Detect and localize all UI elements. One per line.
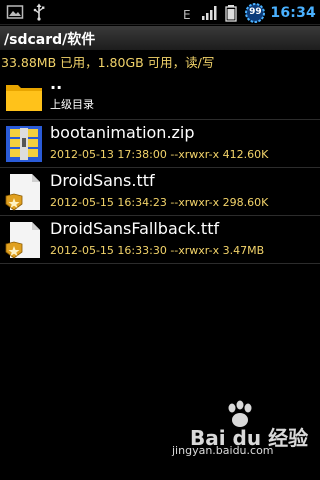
zip-archive-icon: [6, 126, 42, 162]
notification-count-badge: 99: [244, 2, 266, 24]
file-name: ..: [50, 74, 63, 93]
battery-icon: [225, 5, 238, 22]
status-bar: E 99 16:34: [0, 0, 320, 25]
file-meta: 2012-05-15 16:33:30 --xrwxr-x 3.47MB: [50, 244, 265, 257]
file-meta: 上级目录: [50, 98, 94, 111]
list-item-file[interactable]: DroidSansFallback.ttf 2012-05-15 16:33:3…: [0, 216, 320, 264]
baidu-jingyan-watermark: Bai du 经验 jingyan.baidu.com: [172, 400, 312, 460]
file-meta: 2012-05-13 17:38:00 --xrwxr-x 412.60K: [50, 148, 269, 161]
current-path: /sdcard/软件: [4, 32, 96, 48]
picture-icon: [6, 5, 24, 19]
usb-icon: [33, 3, 45, 21]
file-name: DroidSans.ttf: [50, 171, 155, 190]
font-file-icon: [5, 174, 40, 211]
storage-info: 33.88MB 已用，1.80GB 可用，读/写: [1, 55, 215, 70]
file-meta: 2012-05-15 16:34:23 --xrwxr-x 298.60K: [50, 196, 269, 209]
path-bar: /sdcard/软件: [0, 26, 320, 50]
svg-text:E: E: [183, 8, 191, 22]
e-network-icon: E: [183, 8, 191, 22]
list-item-file[interactable]: DroidSans.ttf 2012-05-15 16:34:23 --xrwx…: [0, 168, 320, 216]
file-list: .. 上级目录 bootanimation.zip 2012-05-13 17:…: [0, 72, 320, 264]
watermark-url: jingyan.baidu.com: [172, 444, 274, 457]
font-file-icon: [5, 222, 40, 259]
signal-icon: [202, 6, 217, 20]
status-right-icons: E 99 16:34: [178, 2, 316, 24]
status-left-icons: [6, 3, 48, 21]
file-name: bootanimation.zip: [50, 123, 195, 142]
folder-icon: [6, 85, 42, 111]
list-item-file[interactable]: bootanimation.zip 2012-05-13 17:38:00 --…: [0, 120, 320, 168]
list-item-parent-directory[interactable]: .. 上级目录: [0, 72, 320, 120]
file-name: DroidSansFallback.ttf: [50, 219, 220, 238]
status-time: 16:34: [270, 5, 316, 21]
